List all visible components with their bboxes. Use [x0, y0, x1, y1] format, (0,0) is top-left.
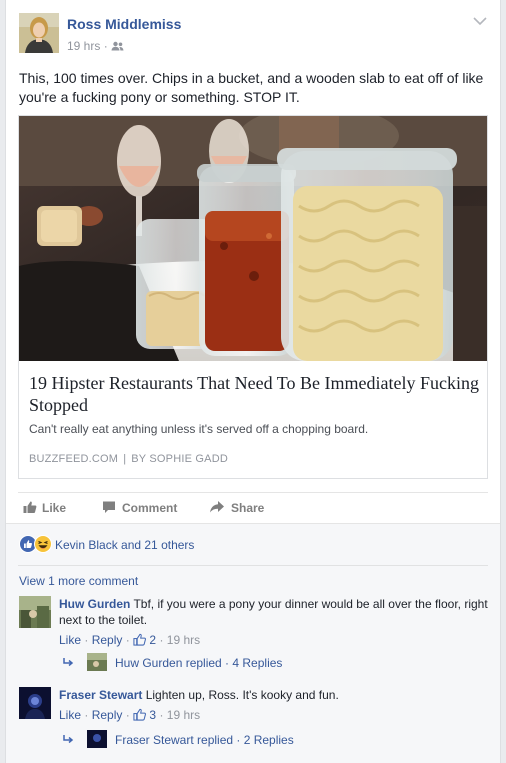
share-label: Share: [231, 501, 265, 515]
comment-like-link[interactable]: Like: [59, 633, 81, 647]
comment-icon: [103, 501, 115, 513]
comment-like-link[interactable]: Like: [59, 708, 81, 722]
footer-dot: ·: [159, 708, 164, 722]
link-byline: BY SOPHIE GADD: [131, 453, 228, 465]
author-avatar[interactable]: [19, 13, 59, 53]
footer-dot: ·: [84, 708, 89, 722]
replies-text[interactable]: Huw Gurden replied · 4 Replies: [115, 656, 282, 670]
comment-time[interactable]: 19 hrs: [167, 633, 200, 647]
haha-reaction-icon: [34, 535, 52, 553]
commenter-avatar[interactable]: [19, 596, 51, 628]
replies-text[interactable]: Fraser Stewart replied · 2 Replies: [115, 733, 294, 747]
comment-text: Lighten up, Ross. It's kooky and fun.: [145, 688, 339, 702]
commenter-avatar[interactable]: [19, 687, 51, 719]
action-bar: Like Comment Share: [18, 492, 488, 522]
comment-body: Huw Gurden Tbf, if you were a pony your …: [59, 596, 489, 628]
comment-time[interactable]: 19 hrs: [167, 708, 200, 722]
comment-like-count[interactable]: 3: [149, 708, 156, 722]
link-preview[interactable]: 19 Hipster Restaurants That Need To Be I…: [18, 115, 488, 479]
chevron-down-icon[interactable]: [472, 15, 488, 27]
comment-footer: Like · Reply · 3 · 19 hrs: [59, 708, 200, 722]
post-header: Ross Middlemiss 19 hrs ·: [19, 13, 488, 57]
link-image[interactable]: [19, 116, 487, 361]
comment-label: Comment: [122, 501, 178, 515]
like-label: Like: [42, 501, 67, 515]
commenter-name[interactable]: Huw Gurden: [59, 597, 130, 611]
share-icon: [210, 501, 224, 513]
comment-footer: Like · Reply · 2 · 19 hrs: [59, 633, 200, 647]
thumbs-up-icon: [133, 708, 147, 721]
replier-avatar: [87, 730, 107, 748]
link-description: Can't really eat anything unless it's se…: [29, 422, 369, 436]
commenter-name[interactable]: Fraser Stewart: [59, 688, 142, 702]
footer-dot: ·: [125, 708, 130, 722]
author-name[interactable]: Ross Middlemiss: [67, 16, 181, 32]
comment-like-count[interactable]: 2: [149, 633, 156, 647]
comment-reply-link[interactable]: Reply: [92, 633, 123, 647]
meta-dot: ·: [103, 39, 108, 53]
comments-divider: [18, 565, 488, 566]
view-more-comments[interactable]: View 1 more comment: [19, 574, 138, 588]
comments-section: Kevin Black and 21 others View 1 more co…: [6, 523, 500, 763]
reply-arrow-icon: [63, 735, 74, 744]
footer-dot: ·: [159, 633, 164, 647]
friends-icon: [111, 41, 124, 51]
post-time[interactable]: 19 hrs: [67, 39, 100, 53]
link-source: BUZZFEED.COM | BY SOPHIE GADD: [29, 453, 228, 465]
comment-reply-link[interactable]: Reply: [92, 708, 123, 722]
link-domain: BUZZFEED.COM: [29, 453, 119, 465]
post-meta: 19 hrs ·: [67, 39, 124, 53]
reply-arrow-icon: [63, 658, 74, 667]
thumbs-up-icon: [133, 633, 147, 646]
footer-dot: ·: [125, 633, 130, 647]
post-card: Ross Middlemiss 19 hrs · This, 100 times…: [5, 0, 501, 763]
reactions-text[interactable]: Kevin Black and 21 others: [55, 538, 194, 552]
link-title[interactable]: 19 Hipster Restaurants That Need To Be I…: [29, 372, 479, 416]
replier-avatar: [87, 653, 107, 671]
footer-dot: ·: [84, 633, 89, 647]
post-text: This, 100 times over. Chips in a bucket,…: [19, 70, 484, 105]
comment-body: Fraser Stewart Lighten up, Ross. It's ko…: [59, 687, 489, 703]
like-icon: [23, 501, 37, 513]
source-separator: |: [123, 453, 127, 465]
